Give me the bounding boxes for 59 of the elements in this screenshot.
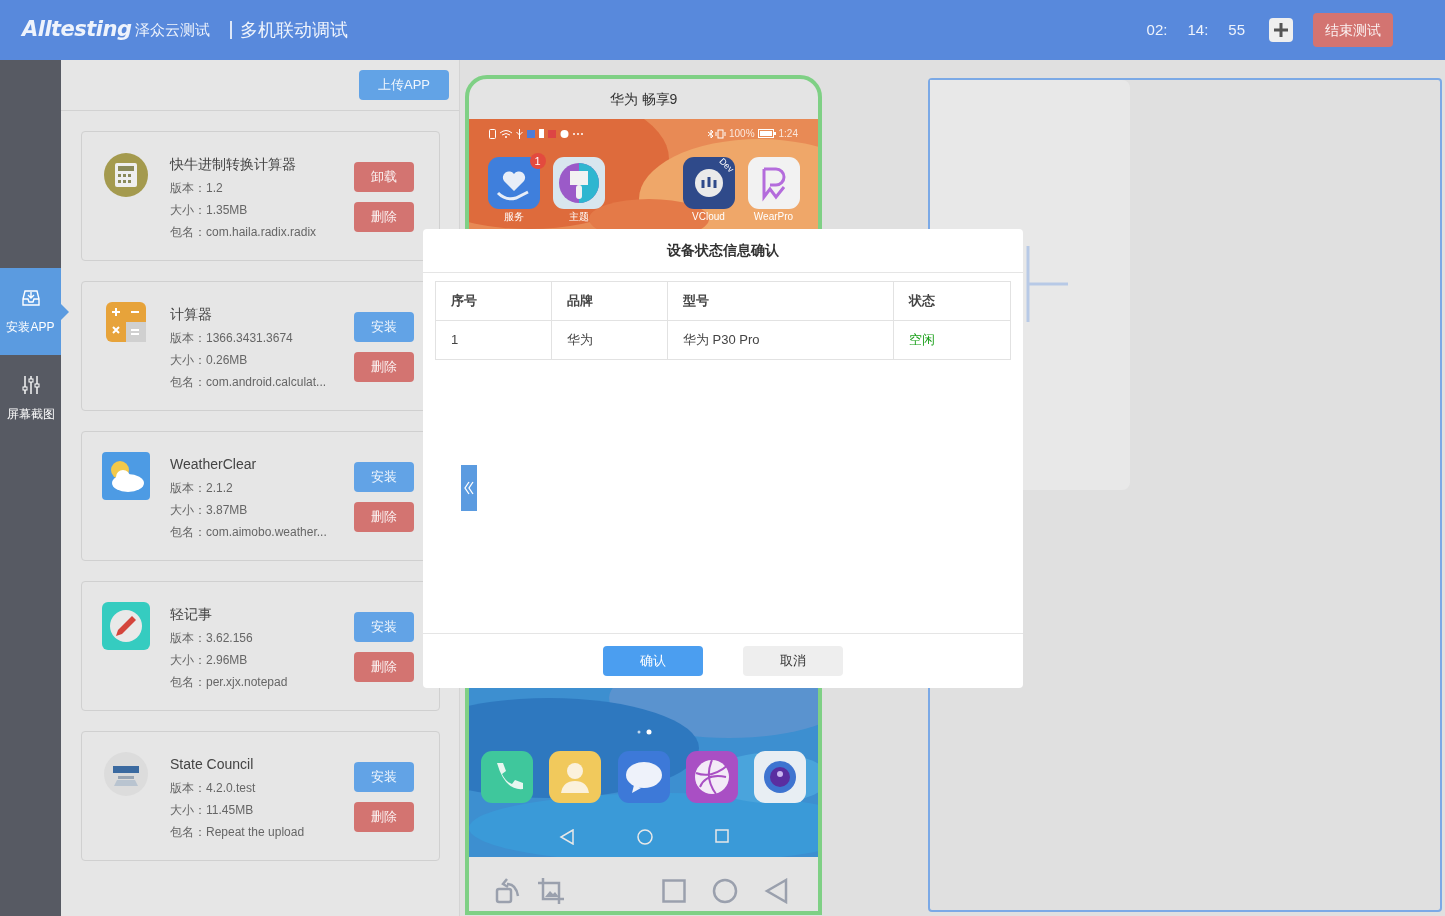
- app-version: 版本：2.1.2: [170, 480, 234, 497]
- app-version: 版本：3.62.156: [170, 630, 254, 647]
- sidebar-item[interactable]: 屏幕截图: [0, 355, 61, 442]
- table-cell: 华为: [551, 320, 668, 360]
- end-test-button[interactable]: 结束测试: [1313, 13, 1393, 47]
- install-button[interactable]: 安装: [354, 312, 414, 342]
- column-header: 型号: [667, 281, 894, 321]
- status-time: 1:24: [778, 127, 798, 141]
- app-label[interactable]: 主题: [568, 211, 589, 223]
- app-size: 大小：2.96MB: [170, 652, 249, 669]
- cancel-button[interactable]: 取消: [743, 646, 843, 676]
- app-version: 版本：4.2.0.test: [170, 780, 257, 797]
- timer-text: 02:: [1146, 19, 1168, 40]
- logo-subtitle: 泽众云测试: [135, 19, 211, 40]
- table-cell: 华为 P30 Pro: [667, 320, 894, 360]
- app-version: 版本：1366.3431.3674: [170, 330, 294, 347]
- table-cell: 空闲: [893, 320, 1011, 360]
- delete-button[interactable]: 删除: [354, 652, 414, 682]
- app-name: State Council: [170, 755, 255, 774]
- app-size: 大小：3.87MB: [170, 502, 249, 519]
- app-label[interactable]: VCloud: [692, 211, 725, 223]
- delete-button[interactable]: 删除: [354, 502, 414, 532]
- battery-percent: 100%: [728, 127, 755, 141]
- install-button[interactable]: 安装: [354, 612, 414, 642]
- column-header: 品牌: [551, 281, 668, 321]
- delete-button[interactable]: 删除: [354, 352, 414, 382]
- dialog-title: 设备状态信息确认: [423, 229, 1023, 273]
- logo-text: Alltesting: [22, 16, 132, 44]
- app-package: 包名：com.haila.radix.radix: [170, 224, 318, 241]
- uninstall-button[interactable]: 卸载: [354, 162, 414, 192]
- page-title: 多机联动调试: [230, 21, 349, 39]
- app-package: 包名：Repeat the upload: [170, 824, 306, 841]
- app-size: 大小：1.35MB: [170, 202, 249, 219]
- app-name: 计算器: [170, 305, 213, 324]
- app-size: 大小：0.26MB: [170, 352, 249, 369]
- app-package: 包名：per.xjx.notepad: [170, 674, 289, 691]
- app-label[interactable]: WearPro: [753, 211, 794, 223]
- delete-button[interactable]: 删除: [354, 202, 414, 232]
- column-header: 序号: [435, 281, 552, 321]
- app-name: 轻记事: [170, 605, 213, 624]
- app-version: 版本：1.2: [170, 180, 224, 197]
- app-package: 包名：com.android.calculat...: [170, 374, 328, 391]
- app-name: WeatherClear: [170, 455, 258, 474]
- app-size: 大小：11.45MB: [170, 802, 255, 819]
- install-button[interactable]: 安装: [354, 762, 414, 792]
- device-name: 华为 畅享9: [608, 89, 679, 109]
- app-package: 包名：com.aimobo.weather...: [170, 524, 328, 541]
- timer-text: 14:: [1187, 19, 1209, 40]
- column-header: 状态: [893, 281, 1011, 321]
- timer-text: 55: [1228, 19, 1245, 40]
- sidebar-item[interactable]: 安装APP: [0, 268, 61, 355]
- confirm-button[interactable]: 确认: [603, 646, 703, 676]
- upload-app-button[interactable]: 上传APP: [359, 70, 449, 100]
- app-label[interactable]: 服务: [503, 211, 524, 223]
- delete-button[interactable]: 删除: [354, 802, 414, 832]
- app-name: 快牛进制转换计算器: [170, 155, 297, 174]
- table-cell: 1: [435, 320, 552, 360]
- ribbon-label: Dev: [716, 155, 737, 177]
- install-button[interactable]: 安装: [354, 462, 414, 492]
